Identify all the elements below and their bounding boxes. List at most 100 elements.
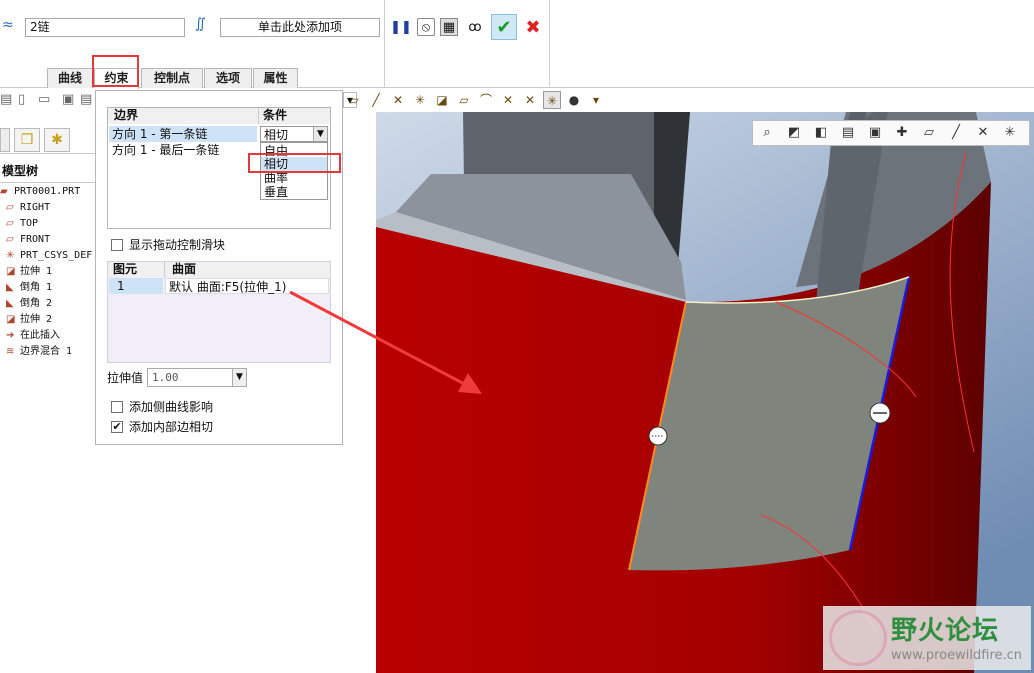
- datum-axis-icon[interactable]: ╱: [367, 91, 385, 109]
- tree-item[interactable]: ▱ TOP: [6, 216, 38, 232]
- boundary-blend-icon: ≋: [6, 346, 15, 357]
- spin-center-icon[interactable]: ✚: [892, 124, 912, 142]
- watermark-logo: [829, 610, 887, 666]
- boundary-row-1[interactable]: 方向 1 - 第一条链: [109, 126, 257, 142]
- datum-plane-icon[interactable]: ▱: [345, 91, 363, 109]
- ok-check-icon[interactable]: ✔: [491, 14, 517, 40]
- insert-here-icon: ➔: [6, 330, 15, 341]
- tree-item-label: TOP: [20, 218, 39, 229]
- zoom-icon[interactable]: ⌕: [757, 124, 777, 142]
- tree-item[interactable]: ▰ PRT0001.PRT: [0, 184, 80, 200]
- refit-icon[interactable]: ◩: [784, 124, 804, 142]
- csys-display-icon[interactable]: ✳: [1000, 124, 1020, 142]
- divider: [384, 0, 385, 88]
- highlight-box-tab: [92, 55, 139, 87]
- model-view: [376, 112, 1034, 673]
- open-icon[interactable]: ▤: [0, 92, 12, 107]
- option-normal[interactable]: 垂直: [264, 185, 288, 199]
- watermark-title: 野火论坛: [891, 616, 1000, 646]
- stretch-value-select[interactable]: 1.00 ▼: [147, 368, 247, 387]
- divider: [164, 262, 165, 277]
- tree-item[interactable]: ✳ PRT_CSYS_DEF: [6, 248, 92, 264]
- graphics-window[interactable]: [376, 112, 1034, 673]
- tree-item-label: 边界混合 1: [20, 346, 73, 357]
- tree-item-label: 拉伸 1: [20, 266, 53, 277]
- constraints-panel: 边界 条件 方向 1 - 第一条链 方向 1 - 最后一条链 相切 ▼ 自由 相…: [95, 90, 343, 445]
- datum-point-icon[interactable]: ✕: [389, 91, 407, 109]
- sphere-icon[interactable]: ●: [565, 91, 583, 109]
- analysis-icon[interactable]: ✳: [543, 91, 561, 109]
- tree-item[interactable]: ≋ 边界混合 1: [6, 344, 72, 360]
- tab-control-points[interactable]: 控制点: [141, 68, 203, 88]
- tree-tab-icon[interactable]: [0, 128, 10, 152]
- tree-item-label: 拉伸 2: [20, 314, 53, 325]
- favorites-icon[interactable]: ✱: [44, 128, 70, 152]
- new-file-icon[interactable]: ▯: [18, 92, 25, 107]
- stop-icon[interactable]: ⦸: [417, 18, 435, 36]
- pause-icon[interactable]: ❚❚: [390, 18, 412, 36]
- plane-tool-icon[interactable]: ▱: [455, 91, 473, 109]
- axis-display-icon[interactable]: ╱: [946, 124, 966, 142]
- watermark-url: www.proewildfire.cn: [891, 648, 1022, 663]
- glasses-icon[interactable]: ꝏ: [464, 18, 486, 36]
- divider: [549, 0, 550, 88]
- tree-item[interactable]: ➔ 在此插入: [6, 328, 60, 344]
- surface-cell[interactable]: 默认 曲面:F5(拉伸_1): [165, 278, 329, 294]
- entity-cell[interactable]: 1: [109, 278, 163, 294]
- extrude-icon: ◪: [6, 314, 16, 325]
- tree-item-label: 在此插入: [20, 330, 60, 341]
- show-drag-handles-checkbox[interactable]: [111, 239, 123, 251]
- divider: [0, 182, 95, 183]
- curve-icon[interactable]: ⌒: [477, 91, 495, 109]
- tab-properties[interactable]: 属性: [253, 68, 298, 88]
- tree-item[interactable]: ▱ RIGHT: [6, 200, 50, 216]
- shading-icon[interactable]: ◧: [811, 124, 831, 142]
- tree-item[interactable]: ▱ FRONT: [6, 232, 50, 248]
- display-style-icon[interactable]: ▤: [838, 124, 858, 142]
- add-item-field[interactable]: 单击此处添加项: [220, 18, 380, 37]
- chevron-down-icon[interactable]: ▼: [232, 369, 246, 386]
- save-icon[interactable]: ▣: [62, 92, 74, 107]
- folder-icon[interactable]: ▭: [38, 92, 50, 107]
- tab-options[interactable]: 选项: [204, 68, 252, 88]
- preview-icon[interactable]: ▦: [440, 18, 458, 36]
- stretch-label: 拉伸值: [107, 371, 144, 385]
- plane-display-icon[interactable]: ▱: [919, 124, 939, 142]
- tree-item-label: 倒角 2: [20, 298, 53, 309]
- round-icon: ◣: [6, 298, 14, 309]
- divider: [258, 108, 259, 124]
- chain-collector-field[interactable]: 2链: [25, 18, 185, 37]
- file-toolbar: ▤ ▯ ▭ ▣ ▤: [0, 92, 95, 110]
- boundary-row-2[interactable]: 方向 1 - 最后一条链: [109, 142, 257, 158]
- add-inner-tangent-checkbox[interactable]: ✔: [111, 421, 123, 433]
- print-icon[interactable]: ▤: [80, 92, 92, 107]
- col-entity: 图元: [113, 262, 138, 276]
- saved-view-icon[interactable]: ▣: [865, 124, 885, 142]
- layers-icon[interactable]: ❐: [14, 128, 40, 152]
- tree-item-label: 倒角 1: [20, 282, 53, 293]
- curve-chain-icon: ∬: [195, 16, 207, 32]
- chevron-down-icon[interactable]: ▼: [313, 127, 327, 141]
- point-tool-icon[interactable]: ✕: [499, 91, 517, 109]
- add-side-curve-checkbox[interactable]: [111, 401, 123, 413]
- cancel-x-icon[interactable]: ✖: [523, 16, 543, 38]
- tree-item[interactable]: ◪ 拉伸 1: [6, 264, 52, 280]
- csys-icon[interactable]: ✳: [411, 91, 429, 109]
- vertex-icon[interactable]: ✕: [521, 91, 539, 109]
- navigator-tabs: ❐ ✱: [0, 126, 95, 154]
- tab-curves[interactable]: 曲线: [47, 68, 93, 88]
- tree-item[interactable]: ◪ 拉伸 2: [6, 312, 52, 328]
- stretch-value: 1.00: [152, 371, 179, 384]
- option-curvature[interactable]: 曲率: [264, 171, 288, 185]
- point-display-icon[interactable]: ✕: [973, 124, 993, 142]
- dropdown-icon[interactable]: ▾: [587, 91, 605, 109]
- condition-select[interactable]: 相切 ▼: [260, 126, 328, 142]
- tree-item[interactable]: ◣ 倒角 2: [6, 296, 52, 312]
- chain-icon: ≈: [2, 17, 14, 33]
- extrude-icon: ◪: [6, 266, 16, 277]
- highlight-box-tangent: [248, 153, 341, 173]
- tree-item[interactable]: ◣ 倒角 1: [6, 280, 52, 296]
- datum-plane-icon: ▱: [6, 234, 14, 245]
- datum-toolbar: ▾ ▱ ╱ ✕ ✳ ◪ ▱ ⌒ ✕ ✕ ✳ ● ▾: [343, 88, 1034, 112]
- sketch-icon[interactable]: ◪: [433, 91, 451, 109]
